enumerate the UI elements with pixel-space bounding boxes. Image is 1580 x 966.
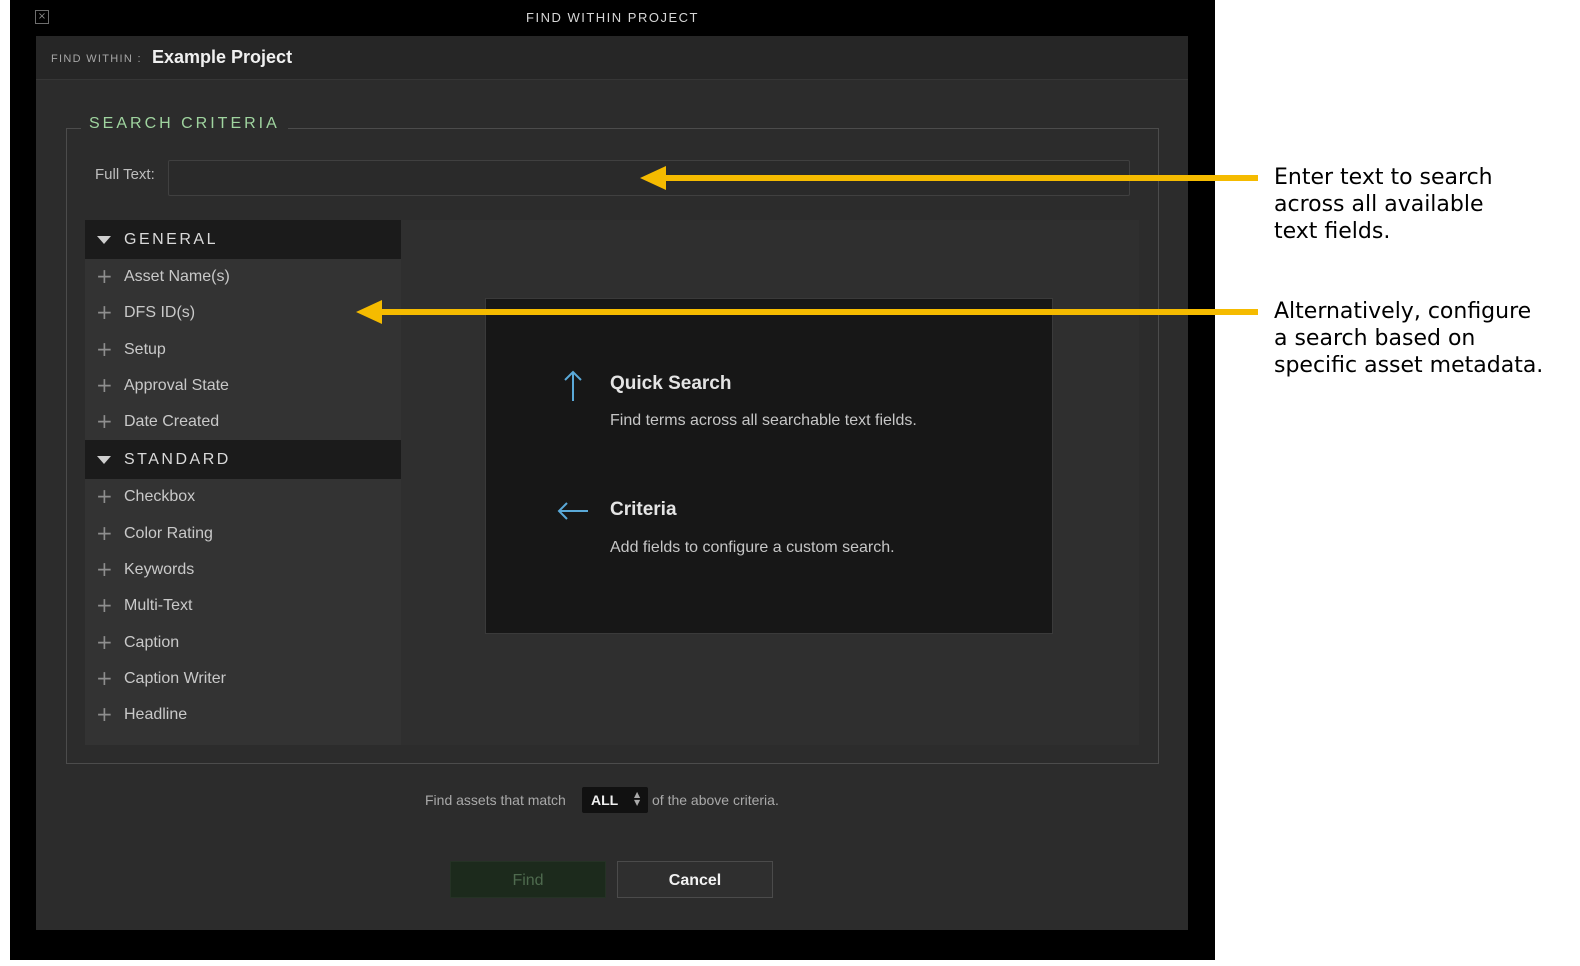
annotation-arrows (356, 166, 1258, 324)
annotation-line: a search based on (1274, 326, 1476, 351)
annotation-arrow-full-text (640, 166, 1258, 190)
annotation-line: specific asset metadata. (1274, 353, 1544, 378)
annotation-full-text: Enter text to search across all availabl… (1274, 164, 1493, 245)
annotation-line: text fields. (1274, 219, 1391, 244)
annotation-line: Enter text to search (1274, 165, 1493, 190)
annotation-field-list: Alternatively, configure a search based … (1274, 298, 1543, 379)
annotation-line: Alternatively, configure (1274, 299, 1532, 324)
annotation-line: across all available (1274, 192, 1484, 217)
annotation-arrow-field-list (356, 300, 1258, 324)
